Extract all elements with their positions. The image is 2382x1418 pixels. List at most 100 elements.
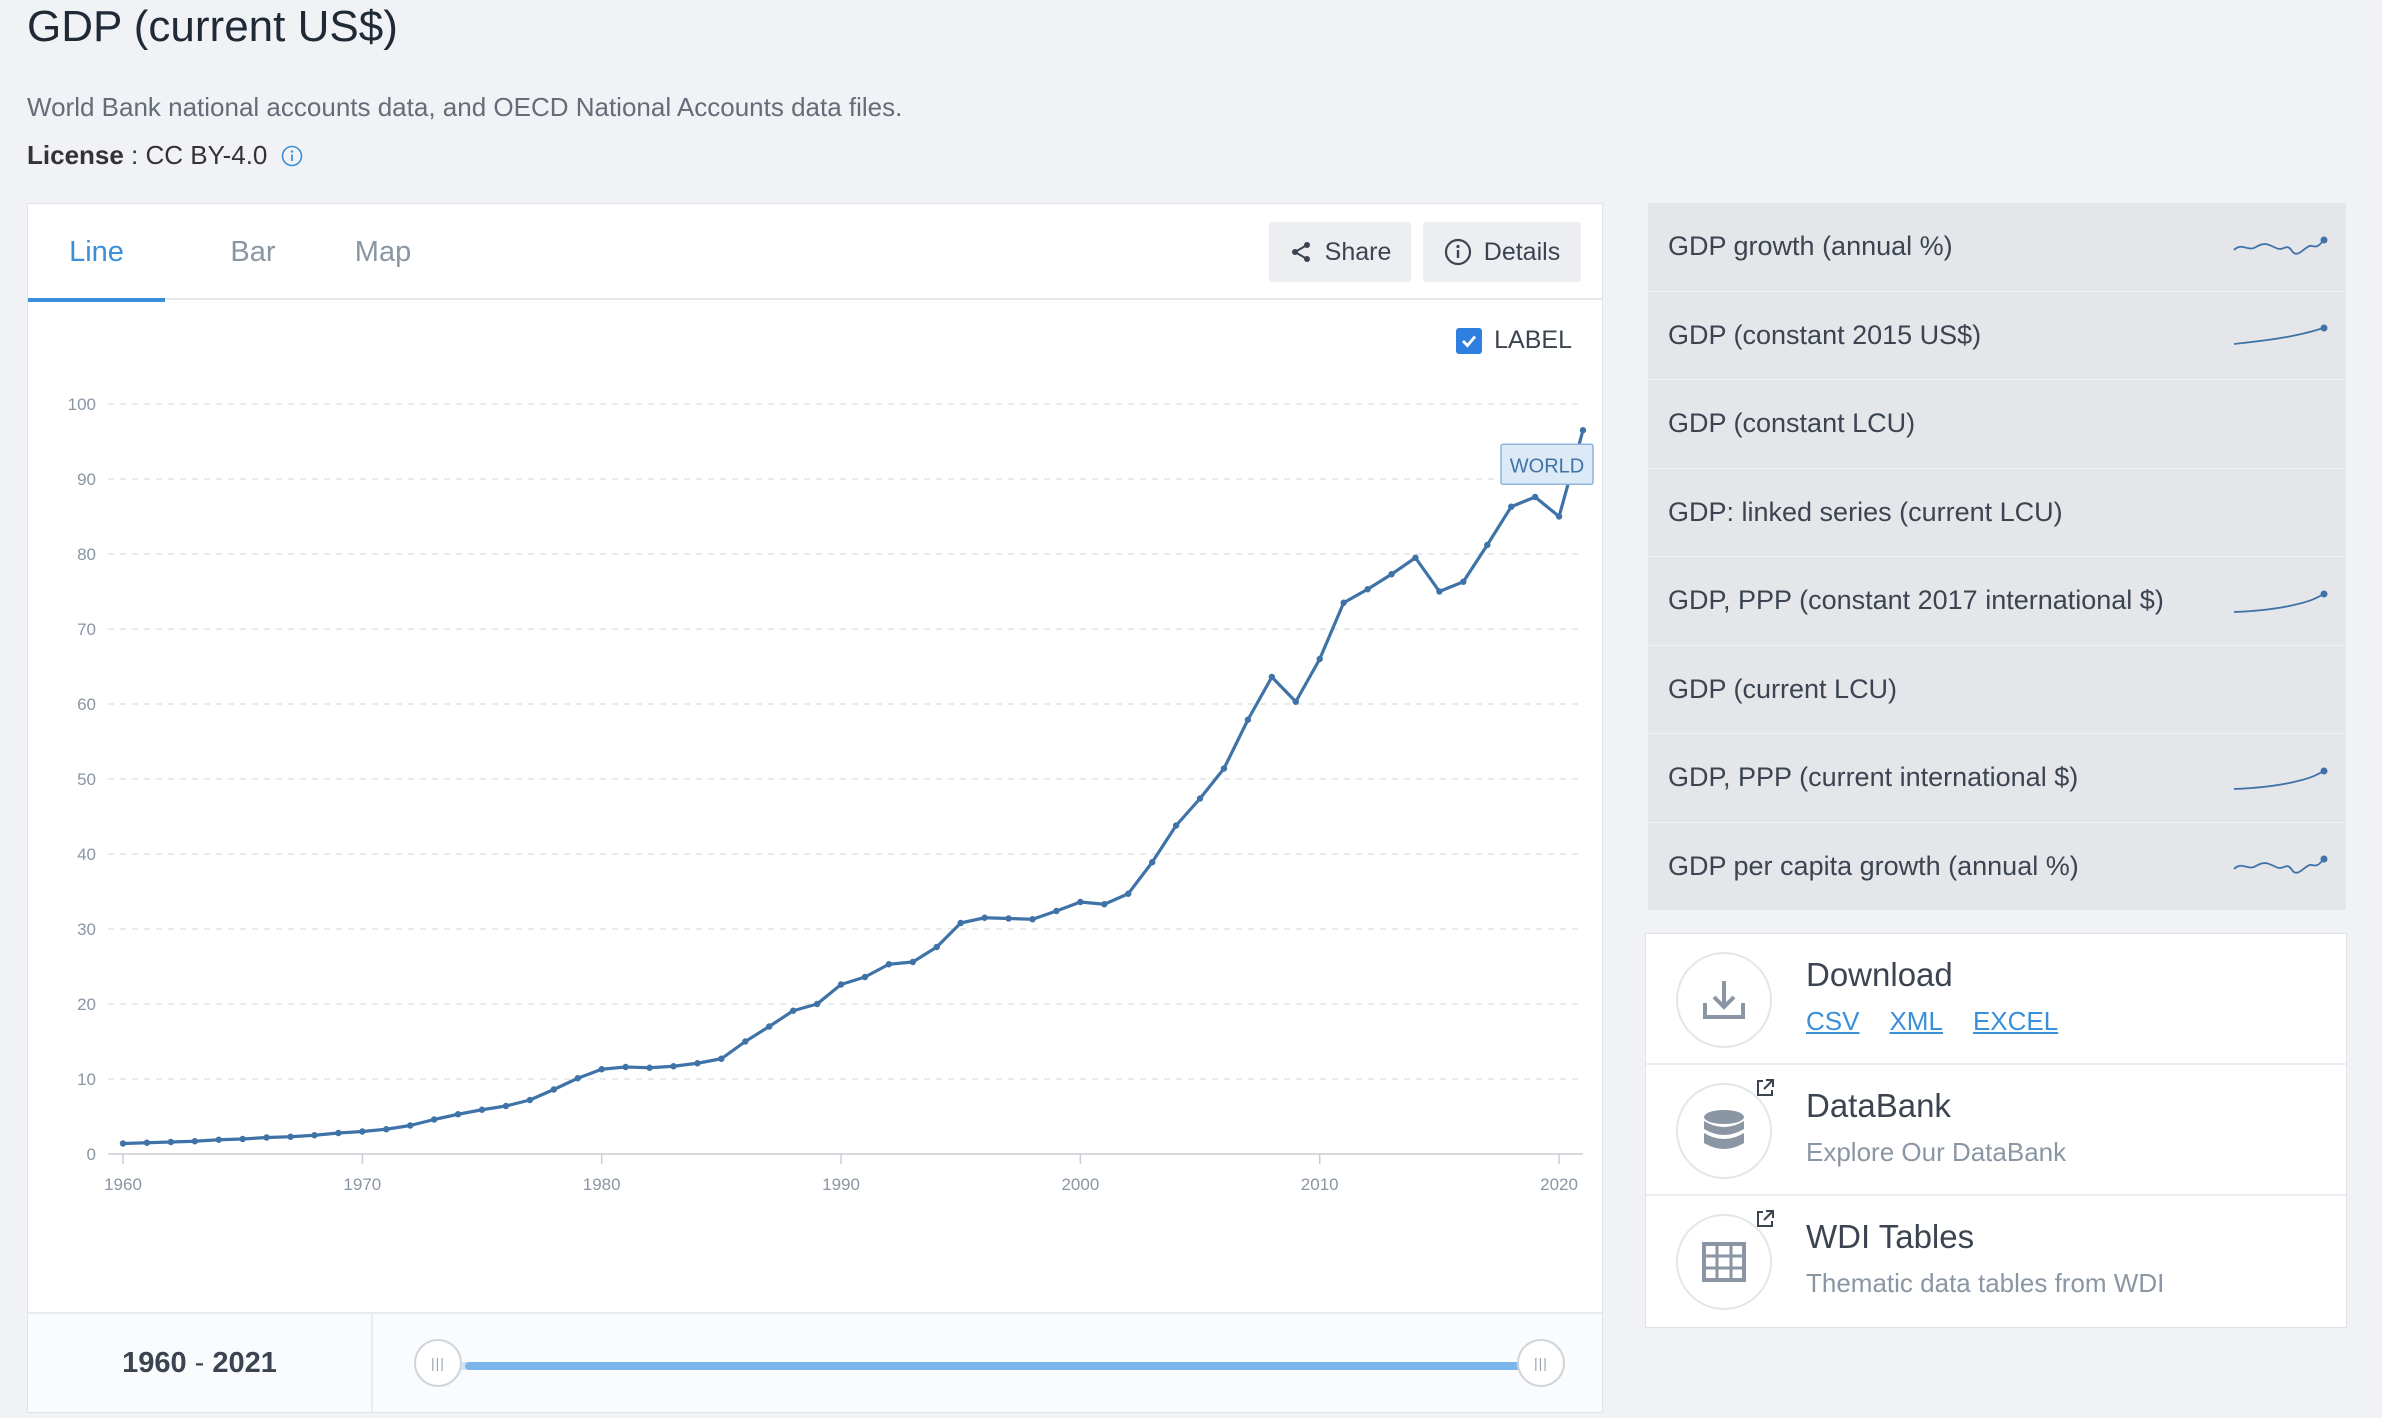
related-indicator-label: GDP (constant LCU) bbox=[1668, 408, 1916, 439]
download-xml-link[interactable]: XML bbox=[1889, 1006, 1942, 1037]
related-indicator-item[interactable]: GDP (current LCU) bbox=[1648, 645, 2346, 734]
data-point bbox=[1531, 493, 1539, 501]
data-point bbox=[359, 1128, 366, 1135]
data-point bbox=[1220, 765, 1228, 772]
y-tick-label: 30 bbox=[77, 920, 96, 939]
related-indicator-label: GDP growth (annual %) bbox=[1668, 231, 1953, 262]
data-point bbox=[454, 1111, 462, 1118]
data-point bbox=[861, 973, 869, 981]
x-tick-label: 2020 bbox=[1540, 1175, 1578, 1194]
data-point bbox=[622, 1063, 629, 1071]
data-point bbox=[478, 1106, 486, 1113]
sparkline-icon bbox=[2233, 236, 2328, 255]
y-tick-label: 60 bbox=[77, 695, 96, 714]
related-indicator-item[interactable]: GDP (constant LCU) bbox=[1648, 380, 2346, 469]
data-point bbox=[143, 1139, 151, 1146]
data-point bbox=[789, 1007, 797, 1014]
data-point bbox=[933, 943, 940, 951]
data-point bbox=[1268, 673, 1276, 681]
related-indicator-item[interactable]: GDP growth (annual %) bbox=[1648, 203, 2346, 292]
wdi-tables-card[interactable]: WDI Tables Thematic data tables from WDI bbox=[1646, 1196, 2346, 1327]
x-tick-label: 2010 bbox=[1301, 1175, 1339, 1194]
related-indicator-label: GDP (current LCU) bbox=[1668, 673, 1898, 704]
data-point bbox=[694, 1060, 701, 1067]
year-slider-fill bbox=[465, 1362, 1540, 1370]
related-indicator-item[interactable]: GDP (constant 2015 US$) bbox=[1648, 291, 2346, 380]
data-point bbox=[1244, 716, 1252, 723]
data-point bbox=[335, 1129, 342, 1137]
databank-title: DataBank bbox=[1806, 1087, 1951, 1124]
license-separator: : bbox=[123, 140, 146, 170]
data-point bbox=[646, 1064, 653, 1071]
license-label: License bbox=[27, 140, 124, 170]
related-indicator-item[interactable]: GDP per capita growth (annual %) bbox=[1648, 822, 2346, 911]
data-point bbox=[1077, 898, 1084, 906]
data-point bbox=[670, 1063, 677, 1070]
related-indicator-label: GDP: linked series (current LCU) bbox=[1668, 496, 2063, 527]
data-point bbox=[239, 1135, 246, 1143]
info-icon[interactable] bbox=[281, 145, 303, 167]
series-line bbox=[122, 429, 1585, 1146]
data-point bbox=[1172, 822, 1180, 829]
download-icon-circle[interactable] bbox=[1676, 952, 1772, 1048]
related-indicator-item[interactable]: GDP, PPP (constant 2017 international $) bbox=[1648, 557, 2346, 646]
data-point bbox=[1412, 554, 1419, 561]
resources-panel: Download CSV XML EXCEL DataBank Explore … bbox=[1645, 933, 2347, 1328]
range-end: 2021 bbox=[212, 1346, 277, 1379]
download-excel-link[interactable]: EXCEL bbox=[1973, 1006, 2058, 1037]
data-point bbox=[1148, 859, 1156, 866]
databank-card[interactable]: DataBank Explore Our DataBank bbox=[1646, 1065, 2346, 1196]
data-point bbox=[311, 1132, 318, 1139]
data-point bbox=[191, 1138, 199, 1145]
y-tick-label: 0 bbox=[87, 1145, 96, 1164]
range-bar: 1960 - 2021 ||| ||| bbox=[28, 1312, 1602, 1412]
x-tick-label: 1960 bbox=[104, 1175, 142, 1194]
data-point bbox=[550, 1086, 558, 1093]
y-tick-label: 70 bbox=[77, 620, 96, 639]
data-point bbox=[1555, 513, 1563, 520]
related-indicator-label: GDP, PPP (current international $) bbox=[1668, 762, 2079, 793]
slider-handle-start[interactable]: ||| bbox=[414, 1339, 462, 1387]
data-point bbox=[1340, 599, 1347, 606]
data-point bbox=[1053, 907, 1060, 915]
data-point bbox=[837, 981, 845, 988]
databank-subtitle: Explore Our DataBank bbox=[1806, 1137, 2067, 1167]
data-point bbox=[1005, 915, 1012, 922]
data-point bbox=[813, 1000, 821, 1008]
data-point bbox=[287, 1133, 294, 1140]
related-indicator-label: GDP per capita growth (annual %) bbox=[1668, 850, 2079, 881]
range-label: 1960 - 2021 bbox=[28, 1314, 373, 1412]
sparkline-icon bbox=[2233, 767, 2328, 790]
data-point bbox=[1125, 890, 1132, 897]
y-tick-label: 100 bbox=[68, 395, 96, 414]
data-point bbox=[909, 958, 917, 966]
wdi-title: WDI Tables bbox=[1806, 1218, 1975, 1255]
y-tick-label: 40 bbox=[77, 845, 96, 864]
license-value[interactable]: CC BY-4.0 bbox=[146, 140, 268, 171]
data-point bbox=[742, 1038, 749, 1045]
page-title: GDP (current US$) bbox=[27, 2, 398, 51]
chart-card: Line Bar Map Share Details LABEL 0 10 20 30… bbox=[27, 203, 1603, 1413]
data-point bbox=[1460, 578, 1467, 585]
external-link-icon bbox=[1757, 1079, 1774, 1096]
data-point bbox=[1101, 901, 1108, 908]
y-tick-label: 80 bbox=[77, 545, 96, 564]
related-indicators: GDP growth (annual %) GDP (constant 2015 … bbox=[1648, 203, 2346, 911]
slider-handle-end[interactable]: ||| bbox=[1517, 1339, 1565, 1387]
x-tick-label: 1980 bbox=[583, 1175, 621, 1194]
related-indicator-label: GDP (constant 2015 US$) bbox=[1668, 319, 1982, 350]
data-point bbox=[766, 1023, 773, 1030]
download-csv-link[interactable]: CSV bbox=[1806, 1006, 1859, 1037]
related-indicator-item[interactable]: GDP: linked series (current LCU) bbox=[1648, 468, 2346, 557]
year-slider-track[interactable] bbox=[443, 1362, 1562, 1370]
table-grid-icon bbox=[1702, 1242, 1746, 1282]
download-title: Download bbox=[1806, 956, 1953, 993]
data-point bbox=[502, 1102, 510, 1110]
data-point bbox=[885, 961, 893, 968]
sparkline-icon bbox=[2233, 324, 2328, 346]
data-point bbox=[1364, 586, 1371, 593]
range-separator: - bbox=[194, 1346, 205, 1379]
data-point bbox=[1388, 571, 1395, 578]
related-indicator-item[interactable]: GDP, PPP (current international $) bbox=[1648, 734, 2346, 823]
data-point bbox=[1484, 541, 1491, 549]
